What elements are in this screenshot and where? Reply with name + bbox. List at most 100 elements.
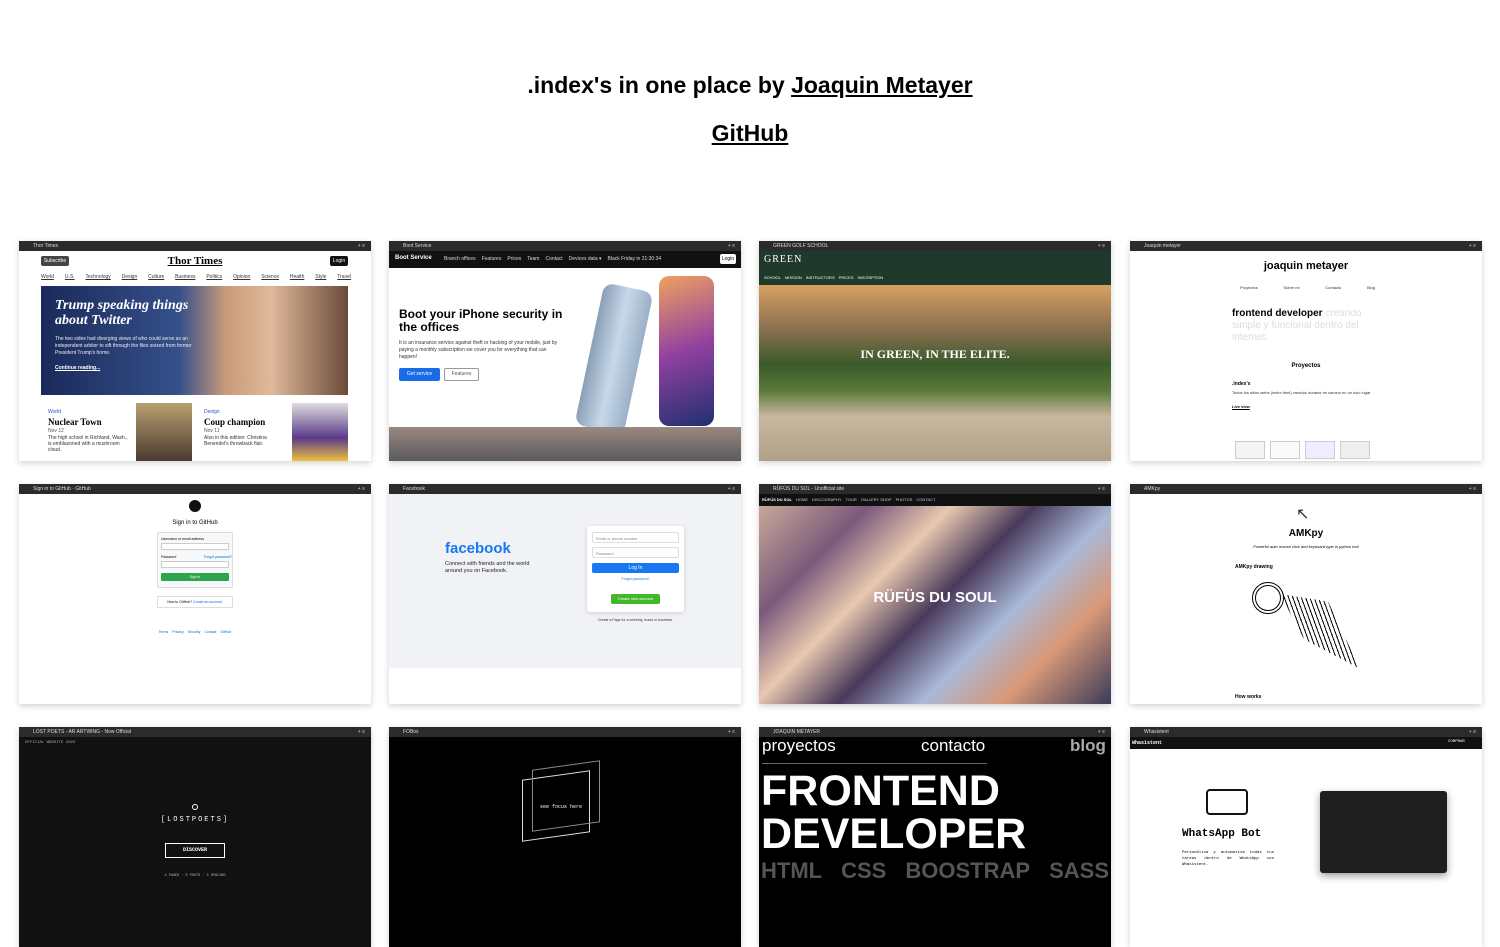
author-link[interactable]: Joaquin Metayer xyxy=(791,72,973,98)
nav-item[interactable]: Contact xyxy=(545,256,562,262)
skill: BOOSTRAP xyxy=(905,858,1031,883)
nav-item[interactable]: Politics xyxy=(206,274,222,280)
article-title[interactable]: Nuclear Town xyxy=(48,417,102,427)
nav-item[interactable]: INSCRIPTION xyxy=(858,275,884,280)
nav-item[interactable]: PHOTOS xyxy=(896,497,913,502)
create-account-link[interactable]: Create an account. xyxy=(193,600,223,604)
project-card-whasistent[interactable]: Whasistent Whasistent COMPRAR WhatsApp B… xyxy=(1130,727,1482,947)
nav-item[interactable]: Opinion xyxy=(233,274,250,280)
nav-item[interactable]: HOME xyxy=(796,497,808,502)
login-button[interactable]: Log In xyxy=(592,563,679,573)
email-input[interactable]: Email or phone number xyxy=(592,532,679,543)
project-card-lost-poets[interactable]: LOST POETS - AR ARTWING - Now Official O… xyxy=(19,727,371,947)
footer-link[interactable]: Contact GitHub xyxy=(204,630,231,634)
features-button[interactable]: Features xyxy=(444,368,479,381)
article-text: The high school in Richland, Wash., is e… xyxy=(48,435,128,453)
forgot-link[interactable]: Forgot password? xyxy=(587,577,684,581)
project-card-focus-box[interactable]: FOBox see focus here xyxy=(389,727,741,947)
role-title: frontend developer xyxy=(1232,308,1323,319)
window-bar: Joaquin metayer xyxy=(1130,241,1482,251)
nav-item[interactable]: Health xyxy=(290,274,304,280)
nav: SCHOOL MISSION INSTRUCTORS PRICES INSCRIPTIO… xyxy=(764,275,883,280)
skill: SASS xyxy=(1049,858,1109,883)
continue-link[interactable]: Continue reading... xyxy=(55,365,100,371)
username-label: Username or email address xyxy=(161,537,204,541)
nav-item[interactable]: SCHOOL xyxy=(764,275,781,280)
project-card-thor-times[interactable]: Thor Times Subscribe Thor Times Login Wo… xyxy=(19,241,371,461)
brand[interactable]: Whasistent xyxy=(1132,740,1162,746)
nav-item[interactable]: Proyectos xyxy=(1240,285,1258,290)
footer-link[interactable]: Privacy xyxy=(172,630,183,634)
nav-item[interactable]: Devices data ▾ xyxy=(569,256,602,262)
nav-item[interactable]: Travel xyxy=(337,274,351,280)
nav-item[interactable]: Sobre mi xyxy=(1284,285,1300,290)
nav-item[interactable]: GALLERY SHOP xyxy=(861,497,892,502)
nav-item[interactable]: contacto xyxy=(921,736,985,756)
project-card-boot-service[interactable]: Boot Service Boot Service Branch offices… xyxy=(389,241,741,461)
nav-item[interactable]: Contacto xyxy=(1325,285,1341,290)
nav-item[interactable]: DISCOGRAPHY xyxy=(812,497,842,502)
nav-item[interactable]: Features xyxy=(482,256,502,262)
nav-item[interactable]: blog xyxy=(1070,736,1106,756)
window-bar: AMKpy xyxy=(1130,484,1482,494)
project-card-amkpy[interactable]: AMKpy ↖ AMKpy Powerful auto mouse click … xyxy=(1130,484,1482,704)
stats: 4 PAGES · 0 POSTS · 3 SPACING xyxy=(164,874,226,878)
get-service-button[interactable]: Get service xyxy=(399,368,440,381)
project-card-github-signin[interactable]: Sign in to GitHub · GitHub Sign in to Gi… xyxy=(19,484,371,704)
nav-item[interactable]: U.S. xyxy=(65,274,75,280)
footer-link[interactable]: Security xyxy=(188,630,201,634)
nav-item[interactable]: Prices xyxy=(507,256,521,262)
nav-brand[interactable]: RÜFÜS DU SOL xyxy=(762,497,792,502)
discover-button[interactable]: DISCOVER xyxy=(165,843,225,858)
project-card-frontend-developer[interactable]: JOAQUIN METAYER proyectos contacto blog … xyxy=(759,727,1111,947)
brand[interactable]: Boot Service xyxy=(395,255,432,261)
nav-item[interactable]: Business xyxy=(175,274,195,280)
nav-item[interactable]: Design xyxy=(122,274,138,280)
circle-icon xyxy=(192,804,198,810)
password-input[interactable] xyxy=(161,561,229,568)
nav-item[interactable]: INSTRUCTORS xyxy=(806,275,835,280)
nav-item[interactable]: Blog xyxy=(1367,285,1375,290)
article-tag: World xyxy=(48,409,61,415)
login-button[interactable]: Login xyxy=(330,256,348,266)
article-tag: Design xyxy=(204,409,220,415)
project-card-facebook[interactable]: Facebook facebook Connect with friends a… xyxy=(389,484,741,704)
nav-item[interactable]: Science xyxy=(261,274,279,280)
nav-item[interactable]: CONTACT xyxy=(916,497,935,502)
spiral-drawing xyxy=(1252,582,1284,614)
username-input[interactable] xyxy=(161,543,229,550)
create-account-button[interactable]: Create new account xyxy=(611,594,660,604)
nav-item[interactable]: World xyxy=(41,274,54,280)
building-image xyxy=(389,427,741,461)
login-button[interactable]: Login xyxy=(720,254,736,264)
buy-button[interactable]: COMPRAR xyxy=(1448,740,1465,744)
nav-item[interactable]: PRICES xyxy=(839,275,854,280)
nav-item[interactable]: MISSION xyxy=(785,275,802,280)
window-bar: Sign in to GitHub · GitHub xyxy=(19,484,371,494)
nav-item[interactable]: TOUR xyxy=(846,497,857,502)
nav-item[interactable]: Team xyxy=(527,256,539,262)
nav-item[interactable]: Black Friday in 21:30:34 xyxy=(608,256,662,262)
window-bar: Whasistent xyxy=(1130,727,1482,737)
tagline: Connect with friends and the world aroun… xyxy=(445,561,530,574)
footer-link[interactable]: Terms xyxy=(159,630,169,634)
nav-item[interactable]: Branch offices xyxy=(444,256,476,262)
project-card-green-golf[interactable]: GREEN GOLF SCHOOL GREEN SCHOOL MISSION INS… xyxy=(759,241,1111,461)
password-input[interactable]: Password xyxy=(592,547,679,558)
window-bar: RÜFÜS DU SOL - Unofficial site xyxy=(759,484,1111,494)
title-prefix: .index's in one place by xyxy=(527,72,792,98)
phone-image xyxy=(574,282,654,435)
nav-item[interactable]: Style xyxy=(315,274,326,280)
forgot-link[interactable]: Forgot password? xyxy=(204,555,232,559)
signin-button[interactable]: Sign in xyxy=(161,573,229,581)
github-link[interactable]: GitHub xyxy=(712,120,789,146)
project-card-rufus-du-sol[interactable]: RÜFÜS DU SOL - Unofficial site RÜFÜS DU … xyxy=(759,484,1111,704)
nav-item[interactable]: Technology xyxy=(85,274,110,280)
project-card-joaquin-metayer[interactable]: Joaquin metayer joaquin metayer Proyecto… xyxy=(1130,241,1482,461)
nav-item[interactable]: proyectos xyxy=(762,736,836,756)
project-title: .index's xyxy=(1232,381,1251,387)
live-view-link[interactable]: Live view xyxy=(1232,404,1250,409)
nav-item[interactable]: Culture xyxy=(148,274,164,280)
article-title[interactable]: Coup champion xyxy=(204,417,265,427)
skill: HTML xyxy=(761,858,823,883)
